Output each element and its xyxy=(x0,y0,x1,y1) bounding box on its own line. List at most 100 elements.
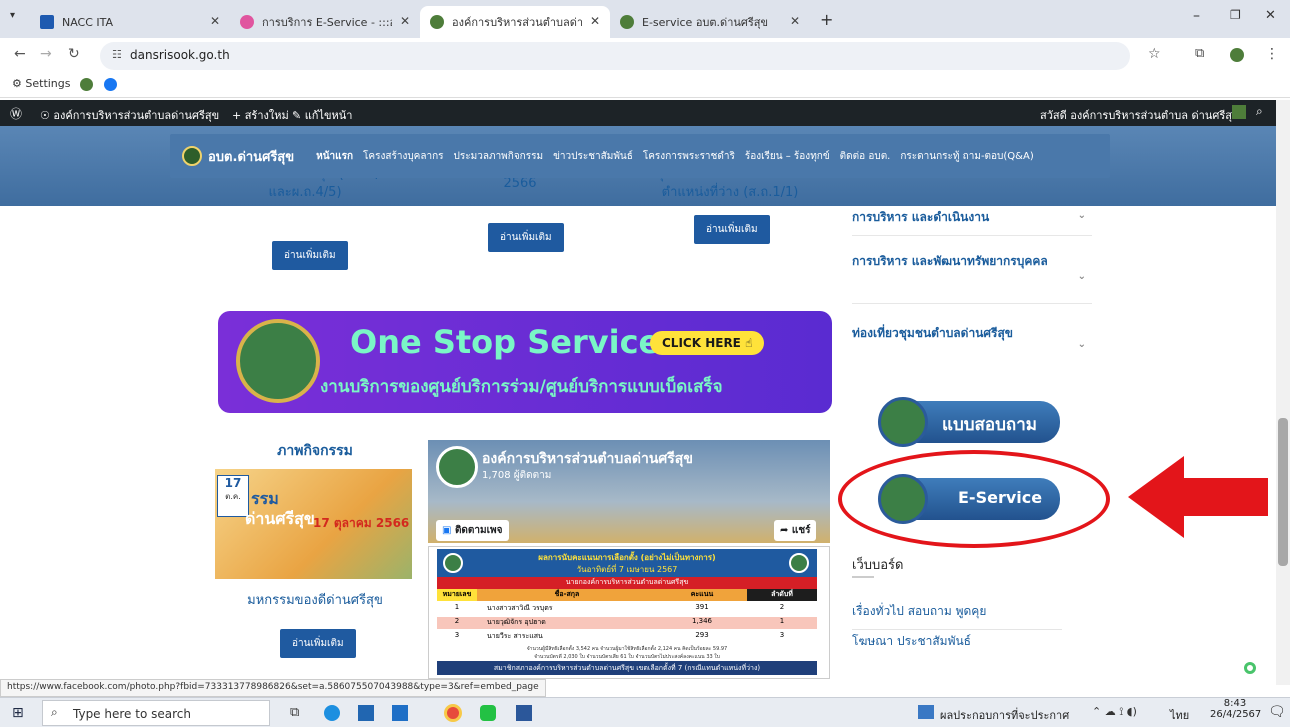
close-icon[interactable]: ✕ xyxy=(590,14,600,28)
site-logo-text[interactable]: อบต.ด่านศรีสุข xyxy=(208,146,294,167)
notifications-icon[interactable]: 🗨 xyxy=(1268,704,1286,720)
fb-page-name[interactable]: องค์การบริหารส่วนตำบลด่านศรีสุข xyxy=(482,448,693,470)
page-content: ส่วนตำบลด่านศรีสุข (ผ.ถ.4/4 และผ.ถ.4/5) … xyxy=(0,126,1276,679)
nav-qa[interactable]: กระดานกระทู้ ถาม-ตอบ(Q&A) xyxy=(900,149,1033,164)
tab-eservice-khok[interactable]: การบริการ E-Service - :::อบต.โคกลล ✕ xyxy=(230,6,420,38)
nav-news[interactable]: ข่าวประชาสัมพันธ์ xyxy=(553,149,633,164)
tab-eservice-dansrisook[interactable]: E-service อบต.ด่านศรีสุข – องค์การ ✕ xyxy=(610,6,810,38)
site-favicon-icon xyxy=(430,15,444,29)
back-arrow-icon[interactable]: ← xyxy=(14,46,26,62)
emblem-icon xyxy=(878,397,928,447)
chevron-down-icon: ⌄ xyxy=(1077,210,1086,221)
nav-contact[interactable]: ติดต่อ อบต. xyxy=(840,149,891,164)
read-more-button-1[interactable]: อ่านเพิ่มเติม xyxy=(272,241,348,270)
scrollbar-thumb[interactable] xyxy=(1278,418,1288,566)
edge-icon[interactable] xyxy=(324,705,340,721)
result-note-1: จำนวนผู้มีสิทธิเลือกตั้ง 3,542 คน จำนวนผ… xyxy=(526,646,728,652)
one-stop-service-banner[interactable]: One Stop Service CLICK HERE ☝ งานบริการข… xyxy=(218,311,832,413)
taskbar-search-input[interactable]: ⌕ Type here to search xyxy=(42,700,270,726)
activity-caption[interactable]: มหกรรมของดีด่านศรีสุข xyxy=(215,589,415,610)
sidebar-item-hr[interactable]: การบริหาร และพัฒนาทรัพยากรบุคคล ⌄ xyxy=(852,238,1092,304)
read-more-button-3[interactable]: อ่านเพิ่มเติม xyxy=(694,215,770,244)
profile-avatar[interactable] xyxy=(1230,48,1244,62)
news-icon[interactable] xyxy=(918,705,934,719)
new-tab-button[interactable]: + xyxy=(820,10,833,29)
windows-start-icon[interactable]: ⊞ xyxy=(12,705,24,721)
address-bar[interactable]: ☷ dansrisook.go.th xyxy=(100,42,1130,70)
chevron-down-icon: ⌄ xyxy=(1077,339,1086,350)
site-logo-icon[interactable] xyxy=(182,146,202,166)
close-icon[interactable]: ✕ xyxy=(400,14,410,28)
close-window-button[interactable]: ✕ xyxy=(1265,8,1276,23)
sidebar-item-management[interactable]: การบริหาร และดำเนินงาน ⌄ xyxy=(852,196,1092,236)
highlight-arrow-icon xyxy=(1128,456,1268,538)
search-icon[interactable]: ⌕ xyxy=(1256,104,1263,119)
pencil-icon: ✎ xyxy=(292,109,302,122)
wp-greeting[interactable]: สวัสดี องค์การบริหารส่วนตำบล ด่านศรีสุข xyxy=(1040,106,1239,124)
nav-royal-projects[interactable]: โครงการพระราชดำริ xyxy=(643,149,735,164)
highlight-ellipse xyxy=(838,450,1110,548)
nav-home[interactable]: หน้าแรก xyxy=(316,149,353,164)
minimize-button[interactable]: – xyxy=(1193,8,1200,24)
news-text[interactable]: ผลประกอบการที่จะประกาศ xyxy=(940,706,1069,724)
page-scrollbar[interactable] xyxy=(1276,100,1290,685)
fb-post[interactable]: ผลการนับคะแนนการเลือกตั้ง (อย่างไม่เป็นท… xyxy=(428,546,830,679)
dashboard-icon: ☉ xyxy=(40,109,50,122)
facebook-cover[interactable]: องค์การบริหารส่วนตำบลด่านศรีสุข 1,708 ผู… xyxy=(428,440,830,543)
emblem-icon xyxy=(236,319,320,403)
language-indicator[interactable]: ไทย xyxy=(1170,706,1189,724)
extensions-icon[interactable]: ⧉ xyxy=(1195,46,1204,61)
reload-icon[interactable]: ↻ xyxy=(68,46,80,62)
survey-button[interactable]: แบบสอบถาม xyxy=(878,397,1060,447)
tab-search-icon[interactable]: ▾ xyxy=(10,10,15,21)
bookmark-star-icon[interactable]: ☆ xyxy=(1148,46,1161,62)
nav-complaints[interactable]: ร้องเรียน – ร้องทุกข์ xyxy=(745,149,830,164)
webboard-link-ads[interactable]: โฆษณา ประชาสัมพันธ์ xyxy=(852,632,1062,651)
read-more-button-activity[interactable]: อ่านเพิ่มเติม xyxy=(280,629,356,658)
facebook-icon: ▣ xyxy=(442,525,452,536)
result-footer: สมาชิกสภาองค์การบริหารส่วนตำบลด่านศรีสุข… xyxy=(437,661,817,675)
tray-icons[interactable]: ⌃ ☁ ⟟ ◖) xyxy=(1092,705,1137,719)
user-avatar[interactable] xyxy=(1232,105,1246,119)
restore-button[interactable]: ❐ xyxy=(1230,8,1241,22)
forward-arrow-icon[interactable]: → xyxy=(40,46,52,62)
sidebar-item-tourism[interactable]: ท่องเที่ยวชุมชนตำบลด่านศรีสุข ⌄ xyxy=(852,306,1092,382)
tab-nacc-ita[interactable]: NACC ITA ✕ xyxy=(30,6,230,38)
chevron-down-icon: ⌄ xyxy=(1077,271,1086,282)
webboard-heading: เว็บบอร์ด xyxy=(852,558,904,573)
nav-structure[interactable]: โครงสร้างบุคลากร xyxy=(363,149,444,164)
table-row: 2 นายวุฒิจักร อุปฮาด 1,346 1 xyxy=(437,617,817,629)
wordpress-icon[interactable]: Ⓦ xyxy=(10,105,22,122)
word-icon[interactable] xyxy=(516,705,532,721)
fb-share-button[interactable]: ➦ แชร์ xyxy=(774,520,817,541)
bookmark-site-icon[interactable] xyxy=(80,78,93,91)
close-icon[interactable]: ✕ xyxy=(210,14,220,28)
nav-gallery[interactable]: ประมวลภาพกิจกรรม xyxy=(454,149,544,164)
line-app-icon[interactable] xyxy=(480,705,496,721)
wp-site-link[interactable]: ☉ องค์การบริหารส่วนตำบลด่านศรีสุข xyxy=(40,106,219,124)
wp-new-link[interactable]: + สร้างใหม่ xyxy=(232,106,289,124)
emblem-icon xyxy=(443,553,463,573)
site-info-icon[interactable]: ☷ xyxy=(112,48,122,61)
taskbar-clock[interactable]: 8:43 26/4/2567 xyxy=(1210,698,1261,720)
mail-icon[interactable] xyxy=(392,705,408,721)
chrome-icon[interactable] xyxy=(444,704,462,722)
store-icon[interactable] xyxy=(358,705,374,721)
post-title-2[interactable]: 2566 xyxy=(430,176,610,191)
wp-edit-link[interactable]: ✎ แก้ไขหน้า xyxy=(292,106,352,124)
gear-icon: ⚙ xyxy=(12,77,22,90)
menu-icon[interactable]: ⋮ xyxy=(1265,46,1279,62)
activity-image[interactable]: 17 ต.ค. รรม ด่านศรีสุข 17 ตุลาคม 2566 xyxy=(215,469,412,579)
read-more-button-2[interactable]: อ่านเพิ่มเติม xyxy=(488,223,564,252)
fb-follow-button[interactable]: ▣ ติดตามเพจ xyxy=(436,520,509,541)
close-icon[interactable]: ✕ xyxy=(790,14,800,28)
facebook-icon[interactable] xyxy=(104,78,117,91)
bookmark-settings[interactable]: ⚙ Settings xyxy=(12,77,71,90)
tab-dansrisook-active[interactable]: องค์การบริหารส่วนตำบลด่านศรีสุข - ✕ xyxy=(420,6,610,38)
webboard-link-general[interactable]: เรื่องทั่วไป สอบถาม พูดคุย xyxy=(852,602,1062,630)
search-icon: ⌕ xyxy=(51,705,58,719)
task-view-icon[interactable]: ⧉ xyxy=(290,705,299,720)
table-row: 3 นายวีระ สาระแสน 293 3 xyxy=(454,631,785,640)
click-here-button[interactable]: CLICK HERE ☝ xyxy=(650,331,765,355)
cursor-hand-icon: ☝ xyxy=(745,336,753,350)
